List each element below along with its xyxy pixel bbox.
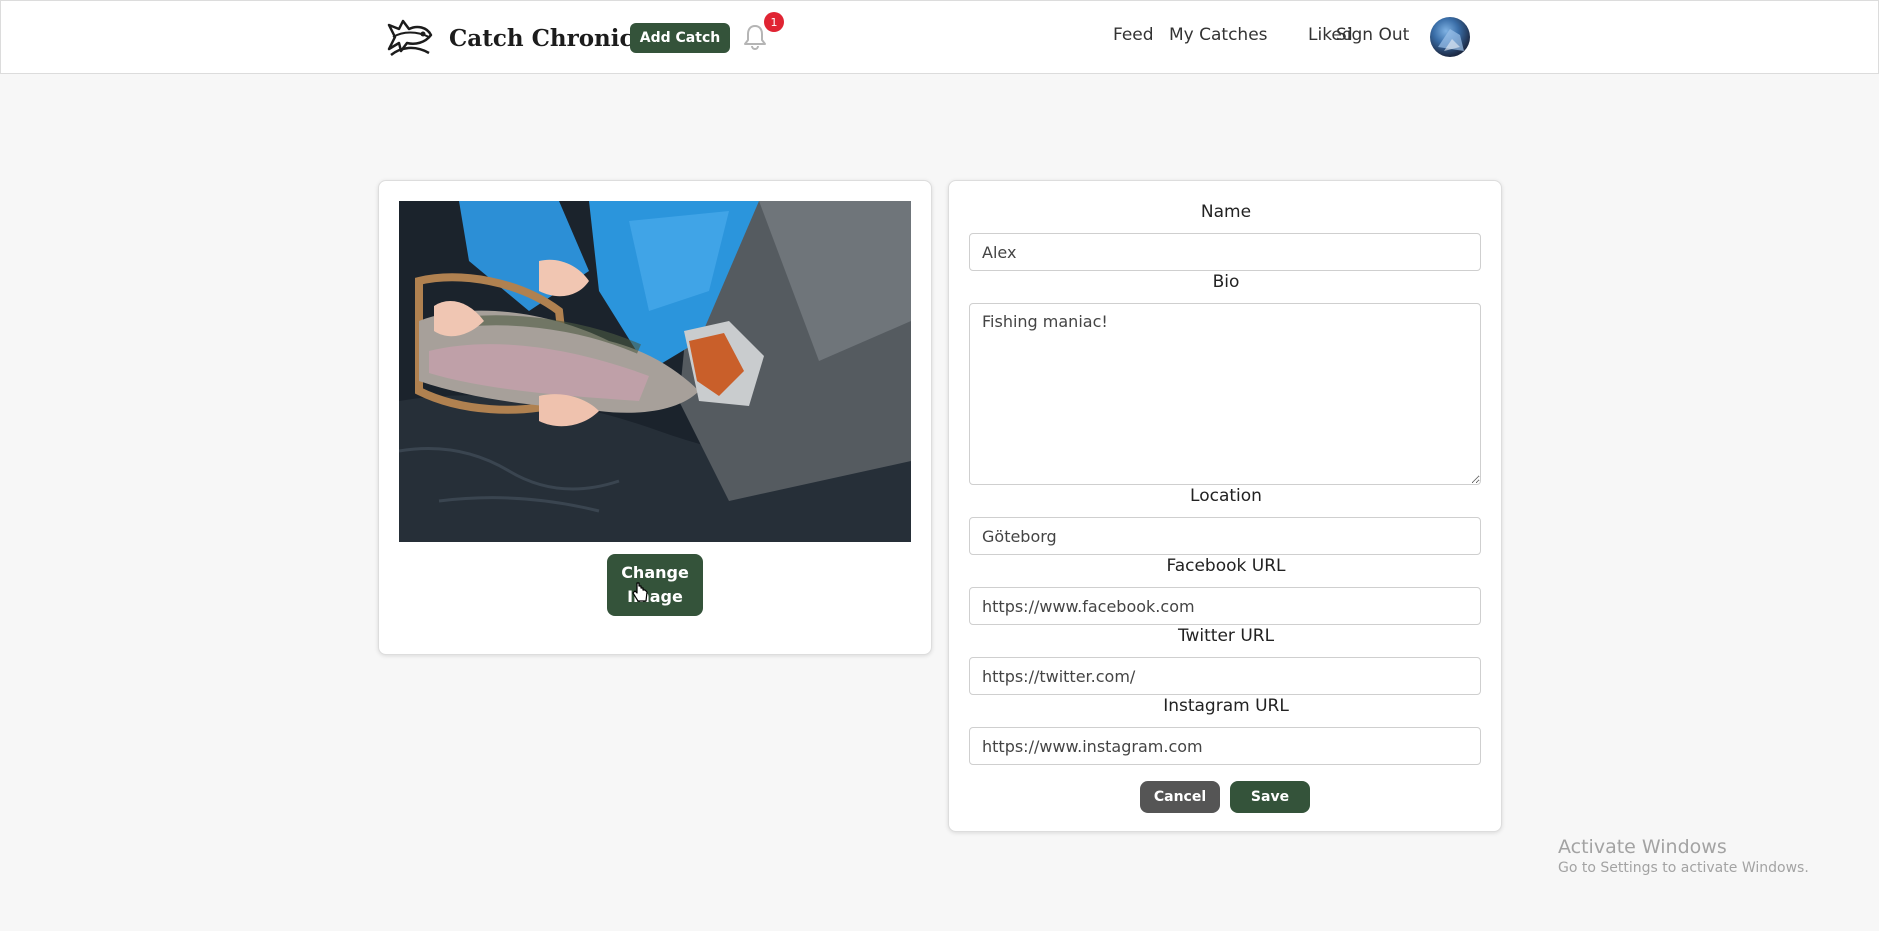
add-catch-button[interactable]: Add Catch (630, 23, 730, 53)
instagram-url-label: Instagram URL (1163, 696, 1289, 716)
location-field[interactable] (969, 517, 1481, 555)
profile-form-card: Name Bio Fishing maniac! Location Facebo… (948, 180, 1502, 832)
avatar-image (1438, 29, 1464, 51)
hand-cursor-icon (632, 582, 648, 602)
watermark-subtitle: Go to Settings to activate Windows. (1558, 860, 1809, 876)
facebook-url-field[interactable] (969, 587, 1481, 625)
watermark-title: Activate Windows (1558, 836, 1727, 858)
nav-sign-out[interactable]: Sign Out (1336, 25, 1409, 45)
change-image-button[interactable]: Change Image (607, 554, 703, 616)
save-button[interactable]: Save (1230, 781, 1310, 813)
windows-activation-watermark: Activate Windows Go to Settings to activ… (1558, 836, 1809, 876)
nav-my-catches[interactable]: My Catches (1169, 25, 1268, 45)
location-label: Location (1190, 486, 1262, 506)
cancel-button[interactable]: Cancel (1140, 781, 1220, 813)
brand[interactable]: Catch Chronicle (385, 15, 657, 61)
twitter-url-field[interactable] (969, 657, 1481, 695)
bio-label: Bio (1212, 272, 1240, 292)
fish-photo-image (399, 201, 911, 542)
profile-image-card: Change Image (378, 180, 932, 655)
facebook-url-label: Facebook URL (1166, 556, 1286, 576)
avatar[interactable] (1430, 17, 1470, 57)
name-label: Name (1200, 202, 1252, 222)
twitter-url-label: Twitter URL (1177, 626, 1275, 646)
top-navbar: Catch Chronicle Add Catch 1 Feed My Catc… (0, 0, 1879, 74)
fish-logo-icon (387, 19, 433, 57)
name-field[interactable] (969, 233, 1481, 271)
bio-textarea[interactable]: Fishing maniac! (969, 303, 1481, 485)
instagram-url-field[interactable] (969, 727, 1481, 765)
profile-photo (399, 201, 911, 542)
brand-title: Catch Chronicle (449, 24, 657, 52)
notification-badge: 1 (764, 12, 784, 32)
nav-feed[interactable]: Feed (1113, 25, 1154, 45)
